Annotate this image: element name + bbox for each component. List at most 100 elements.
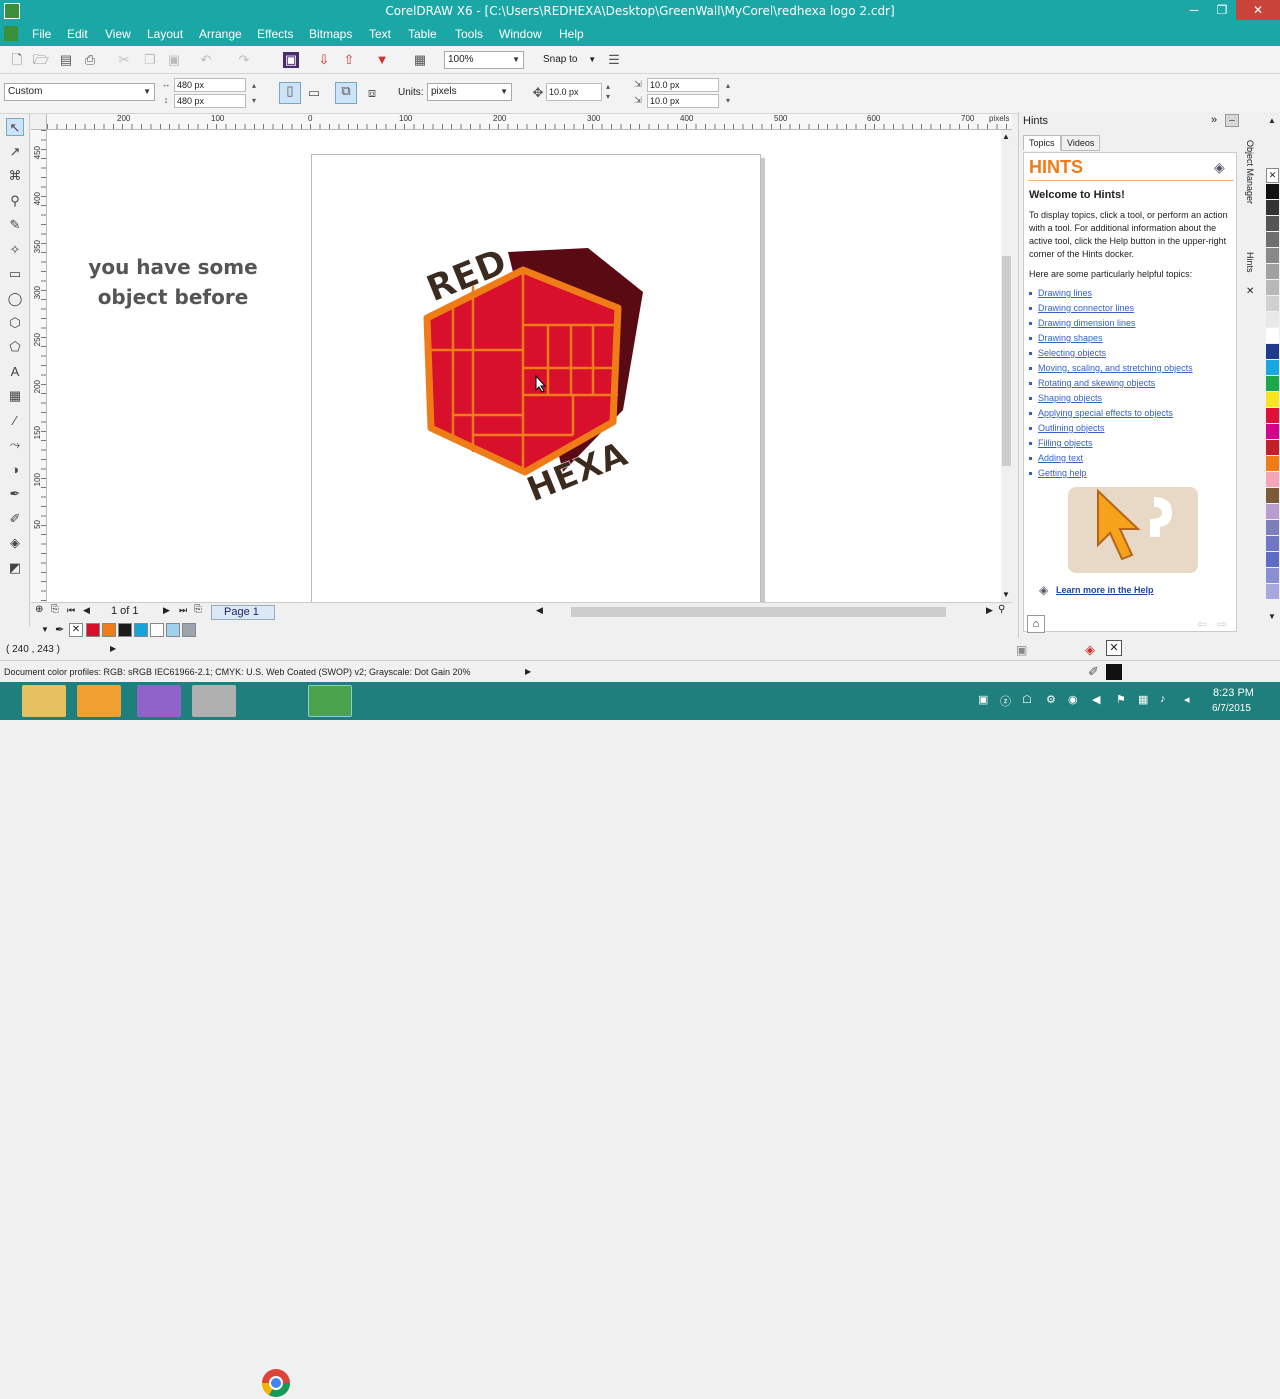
shape-tool-icon[interactable]: ↗ — [6, 143, 24, 161]
new-icon[interactable]: 🗋 — [9, 52, 25, 68]
palette-up-icon[interactable]: ▲ — [1268, 116, 1276, 125]
save-icon[interactable]: ▤ — [58, 52, 74, 68]
coreldraw-taskbar-icon[interactable] — [308, 685, 352, 717]
import-icon[interactable]: ⇩ — [316, 52, 332, 68]
palette-scroll-icon[interactable]: ▼ — [41, 625, 49, 634]
interactive-fill-tool-icon[interactable]: ◩ — [6, 559, 24, 577]
snap-to-dropdown[interactable]: Snap to ▼ — [543, 54, 596, 65]
color-swatch[interactable] — [1266, 456, 1279, 471]
hint-link[interactable]: Drawing lines — [1029, 288, 1092, 298]
network-icon[interactable]: ▦ — [1138, 693, 1148, 706]
clock-time[interactable]: 8:23 PM — [1213, 687, 1254, 699]
color-swatch[interactable] — [1266, 232, 1279, 247]
fill-tool-icon[interactable]: ◈ — [6, 534, 24, 552]
options-icon[interactable]: ☰ — [606, 52, 622, 68]
color-swatch[interactable] — [1266, 376, 1279, 391]
copy-icon[interactable]: ❐ — [142, 52, 158, 68]
color-swatch[interactable] — [1266, 392, 1279, 407]
export-icon[interactable]: ⇧ — [341, 52, 357, 68]
text-tool-icon[interactable]: A — [6, 363, 24, 381]
page-height-field[interactable]: 480 px — [174, 94, 246, 108]
media-player-icon[interactable] — [77, 685, 121, 717]
nudge-spinner-icon[interactable]: ▴ ▾ — [600, 82, 616, 104]
menu-text[interactable]: Text — [369, 27, 391, 41]
scroll-right-icon[interactable]: ▶ — [986, 605, 993, 616]
color-swatch[interactable] — [102, 623, 116, 637]
next-page-icon[interactable]: ▶ — [163, 605, 170, 616]
color-swatch[interactable] — [1266, 248, 1279, 263]
expand-status-icon[interactable]: ▶ — [110, 644, 116, 653]
vertical-scrollbar[interactable]: ▲ ▼ — [1001, 130, 1012, 602]
open-icon[interactable]: 🗁 — [33, 52, 49, 68]
canvas-note-text[interactable]: you have some object before — [73, 252, 273, 312]
color-swatch[interactable] — [1266, 312, 1279, 327]
hint-link[interactable]: Drawing dimension lines — [1029, 318, 1136, 328]
portrait-icon[interactable]: ▯ — [279, 82, 301, 104]
clock-date[interactable]: 6/7/2015 — [1212, 703, 1251, 714]
hint-link[interactable]: Rotating and skewing objects — [1029, 378, 1155, 388]
document-navigator-icon[interactable]: ⊕ — [35, 604, 43, 615]
file-explorer-icon[interactable] — [22, 685, 66, 717]
fill-none-swatch[interactable]: ✕ — [1106, 640, 1122, 656]
restore-button[interactable]: ❐ — [1208, 0, 1236, 20]
previous-page-icon[interactable]: ◀ — [83, 605, 90, 616]
scroll-down-icon[interactable]: ▼ — [1002, 590, 1010, 599]
nudge-distance-field[interactable]: 10.0 px — [546, 83, 602, 101]
menu-file[interactable]: File — [32, 27, 51, 41]
color-swatch[interactable] — [1266, 424, 1279, 439]
menu-layout[interactable]: Layout — [147, 27, 183, 41]
lock-icon[interactable]: ▣ — [1016, 643, 1027, 657]
docker-back-icon[interactable]: ⇦ — [1197, 617, 1207, 631]
fill-indicator-icon[interactable]: ◈ — [1085, 642, 1095, 658]
current-page-icon[interactable]: ⧈ — [364, 85, 380, 101]
color-swatch[interactable] — [1266, 520, 1279, 535]
hint-link[interactable]: Outlining objects — [1029, 423, 1105, 433]
add-page-before-icon[interactable]: ⎘ — [51, 604, 59, 615]
last-page-icon[interactable]: ⏭ — [179, 605, 187, 616]
close-button[interactable]: ✕ — [1236, 0, 1280, 20]
menu-arrange[interactable]: Arrange — [199, 27, 242, 41]
size-spinner-icon[interactable]: ▴ ▾ — [246, 78, 262, 108]
ellipse-tool-icon[interactable]: ◯ — [6, 290, 24, 308]
menu-view[interactable]: View — [105, 27, 131, 41]
color-swatch[interactable] — [1266, 504, 1279, 519]
outline-pen-tool-icon[interactable]: ✐ — [6, 510, 24, 528]
hint-link[interactable]: Shaping objects — [1029, 393, 1102, 403]
undo-icon[interactable]: ↶ — [198, 52, 214, 68]
blend-tool-icon[interactable]: ◑ — [6, 461, 24, 479]
menu-table[interactable]: Table — [408, 27, 437, 41]
hint-link[interactable]: Selecting objects — [1029, 348, 1106, 358]
learn-more-link[interactable]: Learn more in the Help — [1056, 585, 1154, 595]
page-width-field[interactable]: 480 px — [174, 78, 246, 92]
palette-down-icon[interactable]: ▼ — [1268, 612, 1276, 621]
ruler-origin[interactable] — [31, 114, 47, 130]
color-swatch[interactable] — [1266, 472, 1279, 487]
horizontal-scroll-thumb[interactable] — [571, 607, 946, 617]
minimize-button[interactable]: ─ — [1180, 0, 1208, 20]
menu-help[interactable]: Help — [559, 27, 584, 41]
color-swatch[interactable] — [150, 623, 164, 637]
application-icon[interactable] — [137, 685, 181, 717]
drawing-canvas[interactable]: you have some object before RED HEXA — [47, 130, 1001, 602]
color-swatch[interactable] — [1266, 536, 1279, 551]
polygon-tool-icon[interactable]: ⬡ — [6, 314, 24, 332]
color-swatch[interactable] — [1266, 280, 1279, 295]
duplicate-y-field[interactable]: 10.0 px — [647, 94, 719, 108]
paste-icon[interactable]: ▣ — [166, 52, 182, 68]
smart-fill-tool-icon[interactable]: ✧ — [6, 241, 24, 259]
rectangle-tool-icon[interactable]: ▭ — [6, 265, 24, 283]
docker-minimize-icon[interactable]: ─ — [1225, 114, 1239, 127]
color-swatch[interactable] — [1266, 360, 1279, 375]
all-pages-icon[interactable]: ⧉ — [335, 82, 357, 104]
page-tab[interactable]: Page 1 — [211, 605, 275, 620]
color-swatch[interactable] — [86, 623, 100, 637]
duplicate-spinner-icon[interactable]: ▴ ▾ — [720, 78, 736, 108]
hint-link[interactable]: Getting help — [1029, 468, 1087, 478]
hint-link[interactable]: Drawing connector lines — [1029, 303, 1134, 313]
side-tab-hints[interactable]: Hints — [1245, 252, 1255, 273]
publish-pdf-icon[interactable]: ▼ — [374, 52, 390, 68]
docker-lock-icon[interactable]: ⌂ — [1027, 615, 1045, 633]
dimension-tool-icon[interactable]: ∕ — [6, 412, 24, 430]
eyedropper-icon[interactable]: ✒ — [55, 623, 64, 636]
color-swatch[interactable] — [1266, 344, 1279, 359]
